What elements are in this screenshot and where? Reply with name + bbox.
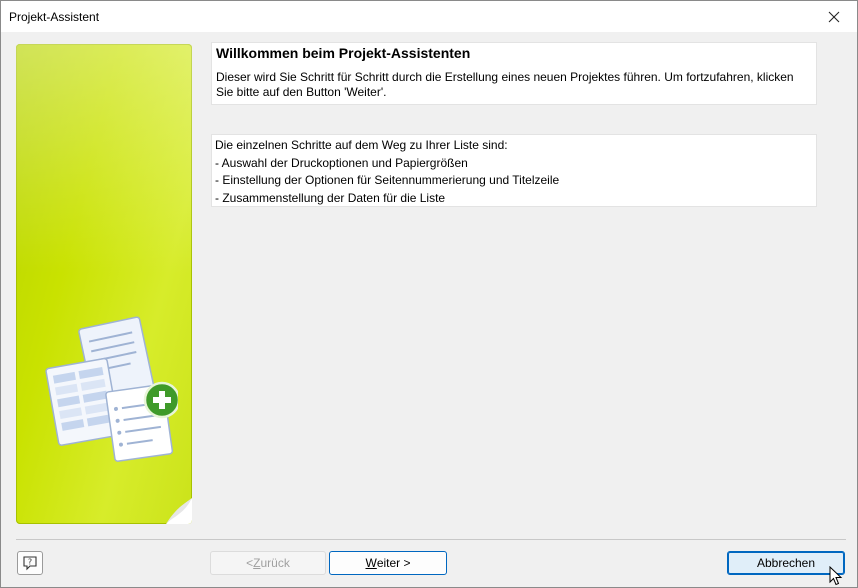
next-button[interactable]: Weiter > <box>329 551 447 575</box>
title-bar: Projekt-Assistent <box>1 1 857 32</box>
next-label: eiter > <box>376 556 411 570</box>
cancel-button[interactable]: Abbrechen <box>727 551 845 575</box>
step-item: - Einstellung der Optionen für Seitennum… <box>215 173 560 187</box>
steps-intro: Die einzelnen Schritte auf dem Weg zu Ih… <box>215 138 508 152</box>
svg-text:?: ? <box>28 558 32 567</box>
steps-list: Die einzelnen Schritte auf dem Weg zu Ih… <box>215 137 559 207</box>
close-icon <box>828 11 840 22</box>
wizard-window: Projekt-Assistent Willkommen beim Projek… <box>0 0 858 588</box>
back-label: urück <box>260 556 290 570</box>
new-document-icon <box>45 316 178 462</box>
back-prefix: < <box>246 556 254 570</box>
help-question-icon: ? <box>23 556 37 571</box>
window-title: Projekt-Assistent <box>9 10 100 24</box>
close-button[interactable] <box>811 1 857 32</box>
welcome-heading: Willkommen beim Projekt-Assistenten <box>216 45 471 61</box>
step-item: - Zusammenstellung der Daten für die Lis… <box>215 190 446 205</box>
step-item: - Auswahl der Druckoptionen und Papiergr… <box>215 155 468 170</box>
steps-panel: Die einzelnen Schritte auf dem Weg zu Ih… <box>211 134 817 207</box>
help-button[interactable]: ? <box>17 551 43 575</box>
welcome-description: Dieser wird Sie Schritt für Schritt durc… <box>216 70 794 99</box>
page-curl-icon <box>166 498 192 524</box>
banner-sheen <box>16 44 192 274</box>
next-accel: W <box>365 556 377 570</box>
footer-separator <box>16 539 846 540</box>
back-accel: Z <box>253 556 261 570</box>
wizard-side-banner <box>16 44 192 524</box>
mouse-cursor-icon <box>829 566 843 586</box>
welcome-panel: Willkommen beim Projekt-Assistenten Dies… <box>211 42 817 105</box>
cancel-label: Abbrechen <box>756 556 816 570</box>
back-button[interactable]: < Zurück <box>210 551 326 575</box>
